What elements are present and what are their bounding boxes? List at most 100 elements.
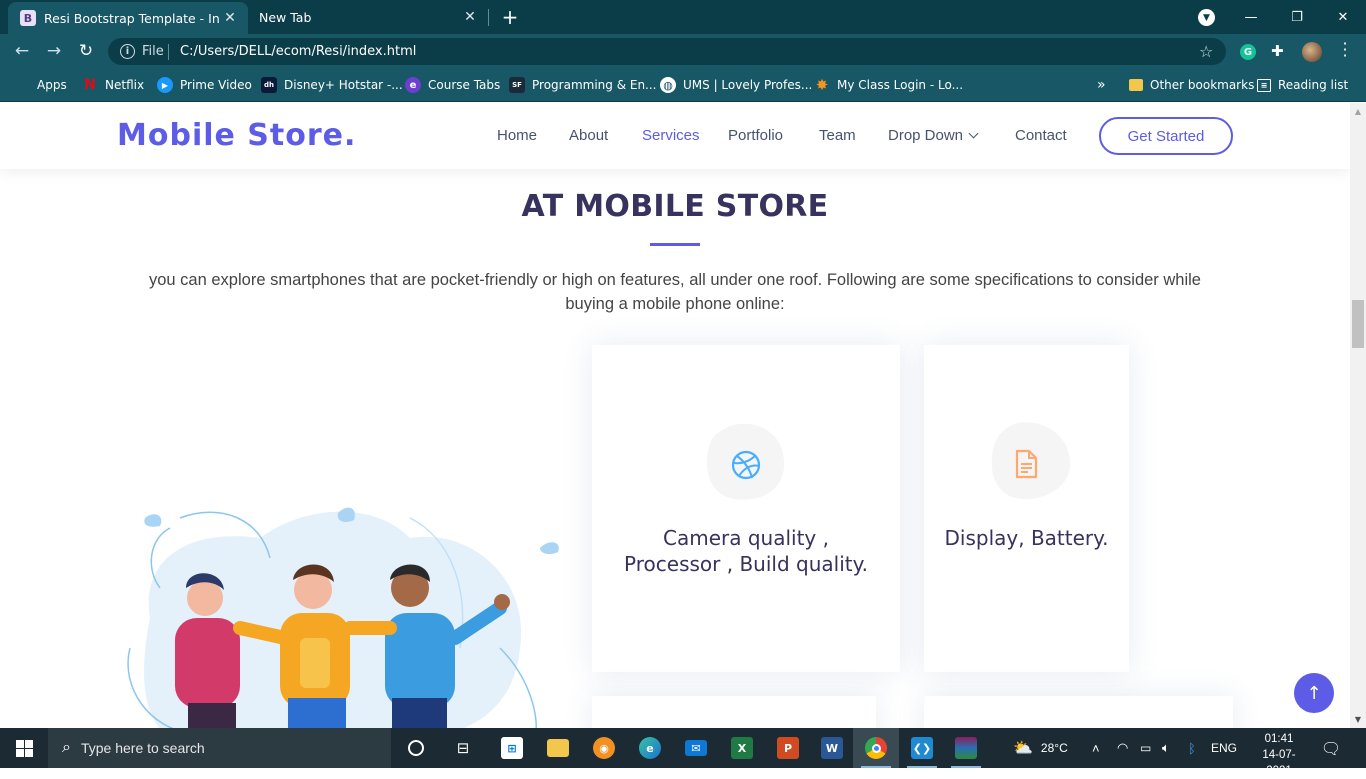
close-window-button[interactable]: ✕	[1320, 0, 1366, 34]
search-icon: ⌕	[62, 739, 71, 756]
nav-portfolio[interactable]: Portfolio	[728, 127, 783, 144]
bookmark-ums[interactable]: ◍ UMS | Lovely Profes...	[660, 76, 812, 94]
cortana-button[interactable]	[393, 728, 439, 768]
winrar-icon	[955, 737, 977, 759]
service-card-display[interactable]: Display, Battery.	[924, 345, 1129, 672]
tab-search-icon[interactable]: ▼	[1198, 9, 1215, 26]
taskbar-store[interactable]: ⊞	[489, 728, 535, 768]
taskbar-excel[interactable]: X	[719, 728, 765, 768]
scroll-down-arrow-icon[interactable]: ▼	[1350, 711, 1366, 727]
restore-button[interactable]: ❐	[1274, 0, 1320, 34]
service-card-partial[interactable]	[592, 696, 876, 728]
programming-icon: SF	[509, 77, 525, 93]
battery-icon[interactable]: ▭	[1140, 728, 1151, 768]
scroll-up-arrow-icon[interactable]: ▲	[1350, 103, 1366, 119]
reading-list-icon: ≡	[1257, 78, 1271, 92]
windows-logo-icon	[15, 739, 33, 757]
taskbar-chrome[interactable]	[853, 728, 899, 768]
excel-icon: X	[731, 737, 753, 759]
forward-button[interactable]: →	[42, 39, 66, 63]
web-page: Mobile Store. Home About Services Portfo…	[0, 103, 1350, 728]
close-tab-icon[interactable]: ✕	[220, 8, 240, 28]
taskbar-edge[interactable]: e	[627, 728, 673, 768]
bookmark-label: Disney+ Hotstar -...	[284, 78, 403, 92]
cortana-icon	[408, 740, 424, 756]
new-tab-button[interactable]: +	[498, 5, 522, 29]
bookmark-prime-video[interactable]: ▶ Prime Video	[157, 76, 252, 94]
get-started-button[interactable]: Get Started	[1099, 117, 1233, 155]
browser-menu-icon[interactable]: · · ·	[1340, 36, 1350, 64]
card-title-line1: Display, Battery.	[944, 526, 1109, 550]
site-info-icon[interactable]: i	[120, 44, 135, 59]
clock-date: 14-07-2021	[1262, 749, 1296, 777]
file-text-icon	[1015, 449, 1038, 479]
language-indicator[interactable]: ENG	[1211, 728, 1237, 768]
nav-about[interactable]: About	[569, 127, 608, 144]
nav-services[interactable]: Services	[642, 127, 700, 144]
bookmark-label: UMS | Lovely Profes...	[683, 78, 813, 92]
bookmark-hotstar[interactable]: dh Disney+ Hotstar -...	[261, 76, 403, 94]
bookmark-label: Prime Video	[180, 78, 252, 92]
back-button[interactable]: ←	[10, 39, 34, 63]
bookmark-label: Other bookmarks	[1150, 78, 1255, 92]
folder-icon	[547, 739, 569, 757]
taskbar-mail[interactable]: ✉	[673, 728, 719, 768]
reading-list[interactable]: ≡ Reading list	[1257, 76, 1348, 94]
bookmark-netflix[interactable]: N Netflix	[82, 76, 144, 94]
profile-avatar[interactable]	[1302, 42, 1322, 62]
system-clock[interactable]: 01:41 14-07-2021	[1254, 731, 1304, 779]
site-header: Mobile Store. Home About Services Portfo…	[0, 103, 1350, 169]
bookmark-star-icon[interactable]: ☆	[1199, 42, 1213, 61]
scroll-to-top-button[interactable]: ↑	[1294, 673, 1334, 713]
task-view-button[interactable]: ⊟	[440, 728, 486, 768]
url-text[interactable]: C:/Users/DELL/ecom/Resi/index.html	[180, 44, 416, 59]
tab-new-tab[interactable]: New Tab ✕	[248, 0, 488, 34]
title-underline	[650, 243, 700, 246]
card-title-line1: Camera quality ,	[663, 526, 829, 550]
bookmark-course-tabs[interactable]: e Course Tabs	[405, 76, 500, 94]
volume-icon[interactable]: 🔈︎	[1162, 728, 1170, 768]
bookmark-apps[interactable]: Apps	[14, 76, 67, 94]
tab-resi-template[interactable]: B Resi Bootstrap Template - Index ✕	[8, 2, 248, 34]
service-card-camera[interactable]: Camera quality , Processor , Build quali…	[592, 345, 900, 672]
taskbar-avast[interactable]: ◉	[581, 728, 627, 768]
tray-overflow-icon[interactable]: ˄	[1092, 728, 1100, 768]
chevron-down-icon	[968, 128, 979, 139]
close-tab-icon[interactable]: ✕	[460, 7, 480, 27]
start-button[interactable]	[0, 728, 48, 768]
arrow-up-icon: ↑	[1306, 682, 1322, 704]
nav-team[interactable]: Team	[819, 127, 856, 144]
reload-button[interactable]: ↻	[74, 39, 98, 63]
bookmarks-overflow-button[interactable]: »	[1097, 76, 1106, 94]
taskbar-vscode[interactable]: ❮❯	[899, 728, 945, 768]
grammarly-extension-icon[interactable]: G	[1240, 44, 1256, 60]
site-logo[interactable]: Mobile Store.	[117, 118, 356, 153]
other-bookmarks[interactable]: Other bookmarks	[1129, 76, 1254, 94]
clock-time: 01:41	[1264, 733, 1294, 745]
taskbar-search[interactable]: ⌕ Type here to search	[48, 728, 391, 768]
taskbar-powerpoint[interactable]: P	[765, 728, 811, 768]
service-card-partial[interactable]	[924, 696, 1233, 728]
weather-temp: 28°C	[1040, 741, 1068, 755]
scrollbar-thumb[interactable]	[1352, 300, 1364, 348]
nav-dropdown[interactable]: Drop Down	[888, 127, 979, 144]
minimize-button[interactable]: —	[1228, 0, 1274, 34]
wifi-icon[interactable]: ◠	[1117, 728, 1128, 768]
page-scrollbar[interactable]	[1350, 103, 1366, 728]
bluetooth-icon[interactable]: ᛒ	[1188, 728, 1196, 768]
prime-video-icon: ▶	[157, 77, 173, 93]
store-icon: ⊞	[501, 737, 523, 759]
extensions-puzzle-icon[interactable]: ✚	[1271, 42, 1284, 60]
bootstrap-favicon-icon: B	[20, 10, 36, 26]
taskbar-winrar[interactable]	[943, 728, 989, 768]
bookmark-programming[interactable]: SF Programming & En...	[509, 76, 657, 94]
weather-widget[interactable]: ⛅ 28°C	[1013, 728, 1068, 768]
taskbar-file-explorer[interactable]	[535, 728, 581, 768]
notifications-icon[interactable]: 🗨︎	[1320, 738, 1342, 758]
nav-contact[interactable]: Contact	[1015, 127, 1067, 144]
taskbar-word[interactable]: W	[809, 728, 855, 768]
tab-separator	[488, 9, 489, 26]
bookmark-myclass[interactable]: ✸ My Class Login - Lo...	[814, 76, 963, 94]
friends-illustration	[127, 507, 559, 728]
nav-home[interactable]: Home	[497, 127, 537, 144]
